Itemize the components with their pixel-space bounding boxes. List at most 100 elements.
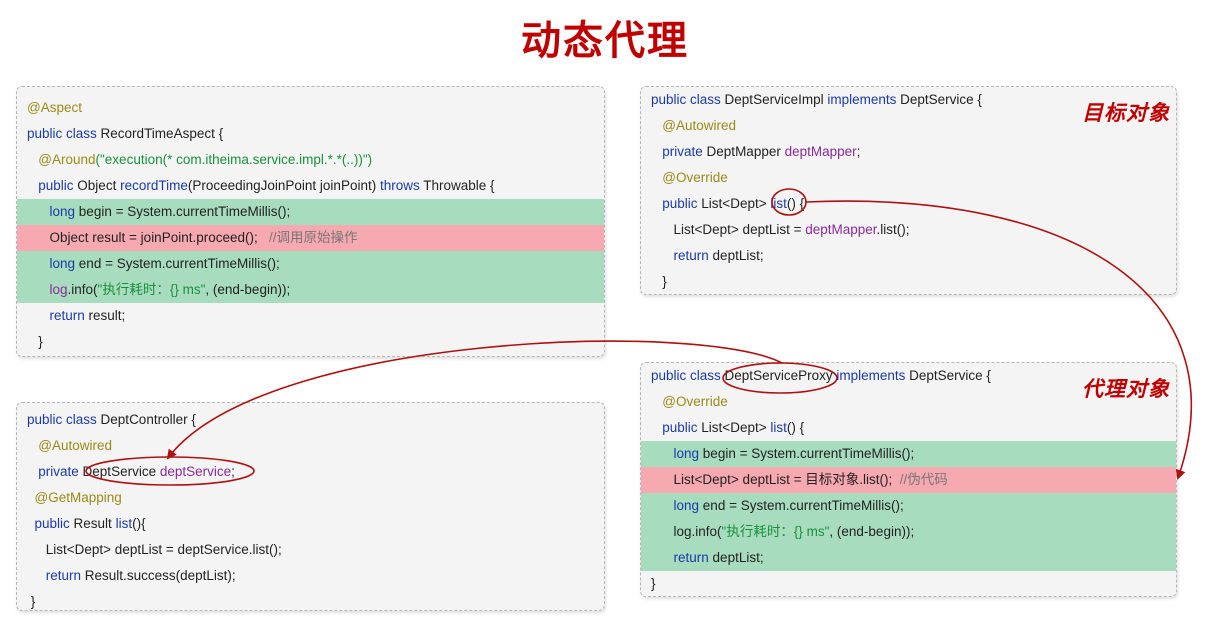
page-title: 动态代理 [521,18,689,64]
code-token: public class [27,412,101,427]
code-token: } [27,334,43,349]
code-token: long [673,446,703,461]
code-token: DeptMapper [706,144,785,159]
code-token: @Override [662,170,728,185]
code-line: public class RecordTimeAspect { [17,121,604,147]
code-line: @Aspect [17,95,604,121]
code-token: end = System.currentTimeMillis(); [78,256,280,271]
code-token: DeptService [82,464,160,479]
code-token: implements [836,368,910,383]
code-token: Object result = joinPoint.proceed(); [49,230,269,245]
proxy-object-tag: 代理对象 [1082,376,1170,401]
code-token: deptService [159,464,232,479]
code-line: public List<Dept> list() { [641,191,1176,217]
code-line: log.info("执行耗时：{} ms", (end-begin)); [17,277,604,303]
code-token: , (end-begin)); [205,282,291,297]
code-token: () { [786,196,805,211]
code-token: result; [88,308,126,323]
code-token: list [770,196,787,211]
code-token: long [49,256,79,271]
code-line: private DeptService deptService; [17,459,604,485]
code-line: return deptList; [641,545,1176,571]
code-token: () { [786,420,805,435]
code-token: implements [827,92,901,107]
code-line: long begin = System.currentTimeMillis(); [17,199,604,225]
controller-code-box: } return Result.success(deptList); List<… [16,402,605,611]
code-token: } [651,274,667,289]
code-token: List<Dept> deptList = deptService.list()… [45,542,282,557]
code-token: @Autowired [662,118,737,133]
code-token: return [49,308,89,323]
code-token: public class [27,126,101,141]
code-token: end = System.currentTimeMillis(); [702,498,904,513]
code-token: public [34,516,74,531]
code-token: (ProceedingJoinPoint joinPoint) [187,178,380,193]
code-line: private DeptMapper deptMapper; [641,139,1176,165]
code-line: long end = System.currentTimeMillis(); [641,493,1176,519]
aspect-code-box: } return result; log.info("执行耗时：{} ms", … [16,86,605,357]
code-token: deptList; [712,248,764,263]
code-token: .list(); [876,222,910,237]
code-token: recordTime [120,178,188,193]
code-line: long end = System.currentTimeMillis(); [17,251,604,277]
target-object-code-box: } return deptList; List<Dept> deptList =… [640,86,1177,295]
code-token: DeptServiceProxy [724,368,837,383]
code-token: , (end-begin)); [829,524,915,539]
code-token: DeptService { [900,92,982,107]
code-token: @GetMapping [34,490,122,505]
code-line: public Object recordTime(ProceedingJoinP… [17,173,604,199]
code-token: ("execution(* com.itheima.service.impl.*… [95,152,373,167]
code-token: public [662,420,702,435]
target-object-tag: 目标对象 [1082,100,1170,125]
code-token: long [49,204,79,219]
code-line: public List<Dept> list() { [641,415,1176,441]
code-line: @Around("execution(* com.itheima.service… [17,147,604,173]
code-token: deptMapper [805,222,877,237]
code-token: private [38,464,83,479]
code-line: Object result = joinPoint.proceed(); //调… [17,225,604,251]
code-token: begin = System.currentTimeMillis(); [78,204,291,219]
code-token: //调用原始操作 [269,230,358,245]
code-token: throws [379,178,424,193]
code-token: Object [77,178,121,193]
code-token: DeptService { [909,368,991,383]
code-line: return deptList; [641,243,1176,269]
code-line: } [17,589,604,615]
code-token: //伪代码 [899,472,948,487]
code-token: return [673,550,713,565]
code-token: list [115,516,133,531]
code-line: public Result list(){ [17,511,604,537]
code-token: Result [73,516,116,531]
code-line: List<Dept> deptList = 目标对象.list(); //伪代码 [641,467,1176,493]
code-line: long begin = System.currentTimeMillis(); [641,441,1176,467]
code-token: Throwable { [423,178,495,193]
code-token: private [662,144,707,159]
code-token: public [662,196,702,211]
code-line: @Autowired [17,433,604,459]
code-token: "执行耗时：{} ms" [97,282,206,297]
code-token: } [651,576,656,591]
code-token: List<Dept> [701,420,771,435]
code-token: ; [856,144,861,159]
code-token: List<Dept> deptList = 目标对象.list(); [673,472,900,487]
code-token: list [770,420,787,435]
